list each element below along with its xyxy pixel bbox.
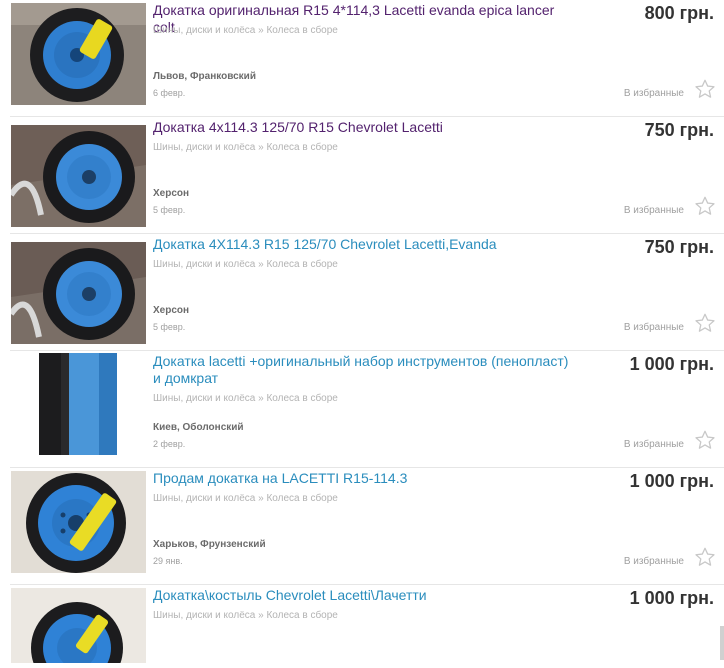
listing-location: Херсон <box>153 305 190 316</box>
listing-photo[interactable] <box>11 588 146 663</box>
listing-title[interactable]: Докатка 4Х114.3 R15 125/70 Chevrolet Lac… <box>153 236 573 253</box>
listing-category: Шины, диски и колёса » Колеса в сборе <box>153 610 338 621</box>
listing-title[interactable]: Докатка 4х114.3 125/70 R15 Chevrolet Lac… <box>153 119 573 136</box>
listing-photo[interactable] <box>11 471 146 573</box>
listing-date: 6 февр. <box>153 88 186 98</box>
listing-item[interactable]: Докатка оригинальная R15 4*114,3 Lacetti… <box>0 0 724 117</box>
listing-photo[interactable] <box>11 242 146 344</box>
star-outline-icon[interactable] <box>694 195 716 217</box>
favorite-label[interactable]: В избранные <box>624 556 684 567</box>
listing-category: Шины, диски и колёса » Колеса в сборе <box>153 25 338 36</box>
scrollbar-edge[interactable] <box>720 626 724 660</box>
listing-price: 800 грн. <box>644 3 714 23</box>
listing-location: Херсон <box>153 188 190 199</box>
listing-location: Киев, Оболонский <box>153 422 244 433</box>
listing-price: 750 грн. <box>644 237 714 257</box>
listing-date: 2 февр. <box>153 439 186 449</box>
listing-date: 5 февр. <box>153 205 186 215</box>
listing-price: 750 грн. <box>644 120 714 140</box>
star-outline-icon[interactable] <box>694 78 716 100</box>
listing-category: Шины, диски и колёса » Колеса в сборе <box>153 142 338 153</box>
listing-photo[interactable] <box>39 353 117 455</box>
listing-location: Львов, Франковский <box>153 71 256 82</box>
listing-item[interactable]: Продам докатка на LACETTI R15-114.3 Шины… <box>0 468 724 585</box>
listing-location: Харьков, Фрунзенский <box>153 539 266 550</box>
listing-title[interactable]: Докатка lacetti +оригинальный набор инст… <box>153 353 573 387</box>
listing-price: 1 000 грн. <box>629 471 714 491</box>
listing-photo[interactable] <box>11 125 146 227</box>
favorite-label[interactable]: В избранные <box>624 205 684 216</box>
star-outline-icon[interactable] <box>694 312 716 334</box>
listing-photo[interactable] <box>11 3 146 105</box>
favorite-label[interactable]: В избранные <box>624 322 684 333</box>
listing-price: 1 000 грн. <box>629 354 714 374</box>
listing-item[interactable]: Докатка lacetti +оригинальный набор инст… <box>0 351 724 468</box>
listing-title[interactable]: Продам докатка на LACETTI R15-114.3 <box>153 470 573 487</box>
listing-item[interactable]: Докатка 4Х114.3 R15 125/70 Chevrolet Lac… <box>0 234 724 351</box>
favorite-label[interactable]: В избранные <box>624 88 684 99</box>
listing-category: Шины, диски и колёса » Колеса в сборе <box>153 259 338 270</box>
star-outline-icon[interactable] <box>694 546 716 568</box>
listing-item[interactable]: Докатка 4х114.3 125/70 R15 Chevrolet Lac… <box>0 117 724 234</box>
listing-date: 29 янв. <box>153 556 183 566</box>
listing-category: Шины, диски и колёса » Колеса в сборе <box>153 393 338 404</box>
listing-category: Шины, диски и колёса » Колеса в сборе <box>153 493 338 504</box>
listing-price: 1 000 грн. <box>629 588 714 608</box>
listing-title[interactable]: Докатка\костыль Chevrolet Lacetti\Лачетт… <box>153 587 573 604</box>
listing-date: 5 февр. <box>153 322 186 332</box>
star-outline-icon[interactable] <box>694 429 716 451</box>
favorite-label[interactable]: В избранные <box>624 439 684 450</box>
listing-item[interactable]: Докатка\костыль Chevrolet Lacetti\Лачетт… <box>0 585 724 668</box>
